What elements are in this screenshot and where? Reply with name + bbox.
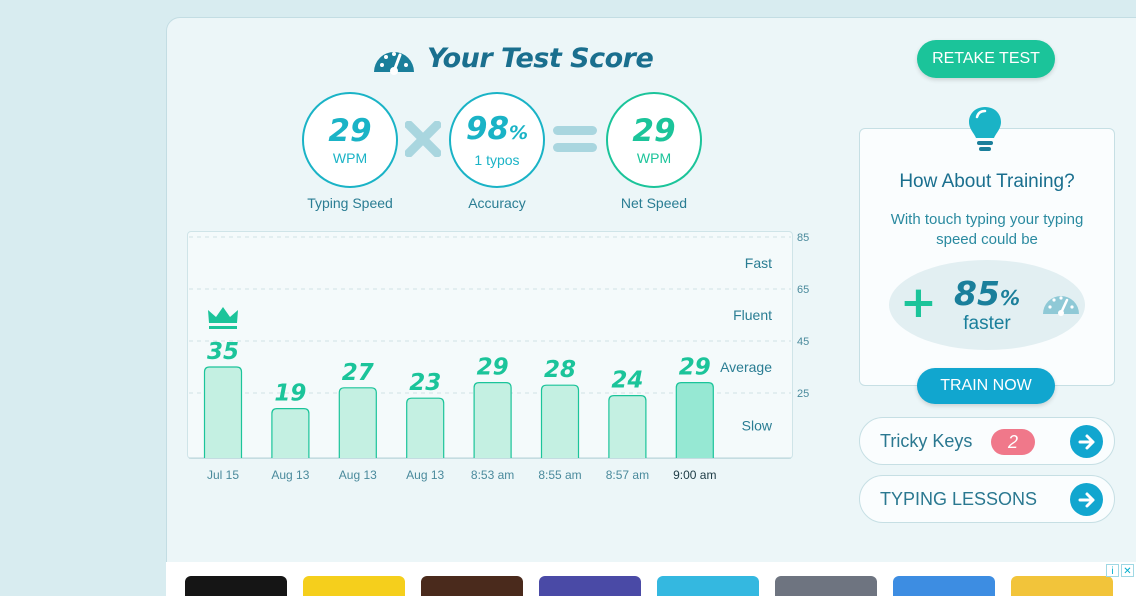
x-tick-label: 9:00 am: [673, 468, 716, 482]
speedometer-small-icon: [1043, 296, 1079, 316]
x-tick-label: 8:53 am: [471, 468, 514, 482]
train-now-button[interactable]: TRAIN NOW: [917, 368, 1055, 404]
y-tick-label: 85: [797, 232, 809, 244]
bar-value-label: 23: [409, 370, 441, 396]
x-tick-label: Aug 13: [406, 468, 444, 482]
lightbulb-icon: [969, 107, 1001, 151]
chart-bar: [406, 397, 445, 458]
chart-bar: [473, 382, 512, 458]
tricky-keys-count-badge: 2: [991, 429, 1035, 455]
bar-value-label: 19: [274, 381, 306, 407]
bar-value-label: 35: [207, 339, 239, 365]
tricky-keys-button[interactable]: Tricky Keys 2: [859, 417, 1115, 465]
chart-bar: [203, 366, 243, 458]
x-tick-label: 8:55 am: [538, 468, 581, 482]
x-tick-label: Aug 13: [339, 468, 377, 482]
arrow-right-icon[interactable]: [1070, 425, 1103, 458]
training-percent-value: 85: [954, 274, 1000, 313]
plus-icon: +: [900, 277, 937, 328]
bar-value-label: 27: [342, 360, 374, 386]
ad-thumbnail[interactable]: [421, 576, 523, 596]
ad-thumbnail[interactable]: [1011, 576, 1113, 596]
ad-thumbnail[interactable]: [539, 576, 641, 596]
y-tick-label: 45: [797, 336, 809, 348]
info-icon[interactable]: i: [1106, 564, 1119, 577]
ad-thumbnail[interactable]: [185, 576, 287, 596]
bar-value-label: 28: [544, 357, 576, 383]
training-faster-label: faster: [963, 313, 1011, 334]
typing-lessons-button[interactable]: TYPING LESSONS: [859, 475, 1115, 523]
chart-bar: [675, 382, 714, 458]
y-tick-label: 25: [797, 388, 809, 400]
ad-thumbnail[interactable]: [303, 576, 405, 596]
y-tick-label: 65: [797, 284, 809, 296]
speed-band-label: Fluent: [733, 307, 772, 323]
speed-band-label: Fast: [745, 255, 772, 271]
x-tick-label: Aug 13: [271, 468, 309, 482]
speed-band-label: Slow: [742, 418, 773, 434]
chart-bar: [338, 387, 377, 458]
training-percent: 85%: [937, 274, 1037, 313]
bar-value-label: 29: [679, 355, 711, 381]
retake-test-button[interactable]: RETAKE TEST: [917, 40, 1055, 78]
ad-banner[interactable]: i ✕: [166, 562, 1136, 596]
bar-value-label: 24: [611, 368, 643, 394]
ad-thumbnail[interactable]: [893, 576, 995, 596]
training-percent-sign: %: [999, 286, 1020, 310]
tricky-keys-label: Tricky Keys: [880, 430, 973, 451]
crown-icon: [208, 307, 238, 329]
test-score-card: Your Test Score RETAKE TEST 29 WPM Typin…: [166, 17, 1136, 596]
arrow-right-icon[interactable]: [1070, 483, 1103, 516]
training-text: With touch typing your typing speed coul…: [890, 211, 1084, 248]
chart-bar: [540, 384, 580, 458]
speed-chart-svg: 25 45 65 85 Fast Fluent Average Slow 35 Jul 15 19 A…: [189, 232, 809, 482]
x-tick-label: 8:57 am: [606, 468, 649, 482]
chart-bar: [271, 408, 310, 458]
chart-bar: [608, 395, 647, 458]
typing-lessons-label: TYPING LESSONS: [880, 488, 1038, 509]
speed-band-label: Average: [720, 359, 772, 375]
x-tick-label: Jul 15: [207, 468, 239, 482]
training-title: How About Training?: [899, 171, 1075, 192]
close-icon[interactable]: ✕: [1121, 564, 1134, 577]
ad-thumbnail[interactable]: [657, 576, 759, 596]
ad-thumbnail[interactable]: [775, 576, 877, 596]
ad-controls: i ✕: [1106, 564, 1134, 577]
bar-value-label: 29: [477, 355, 509, 381]
